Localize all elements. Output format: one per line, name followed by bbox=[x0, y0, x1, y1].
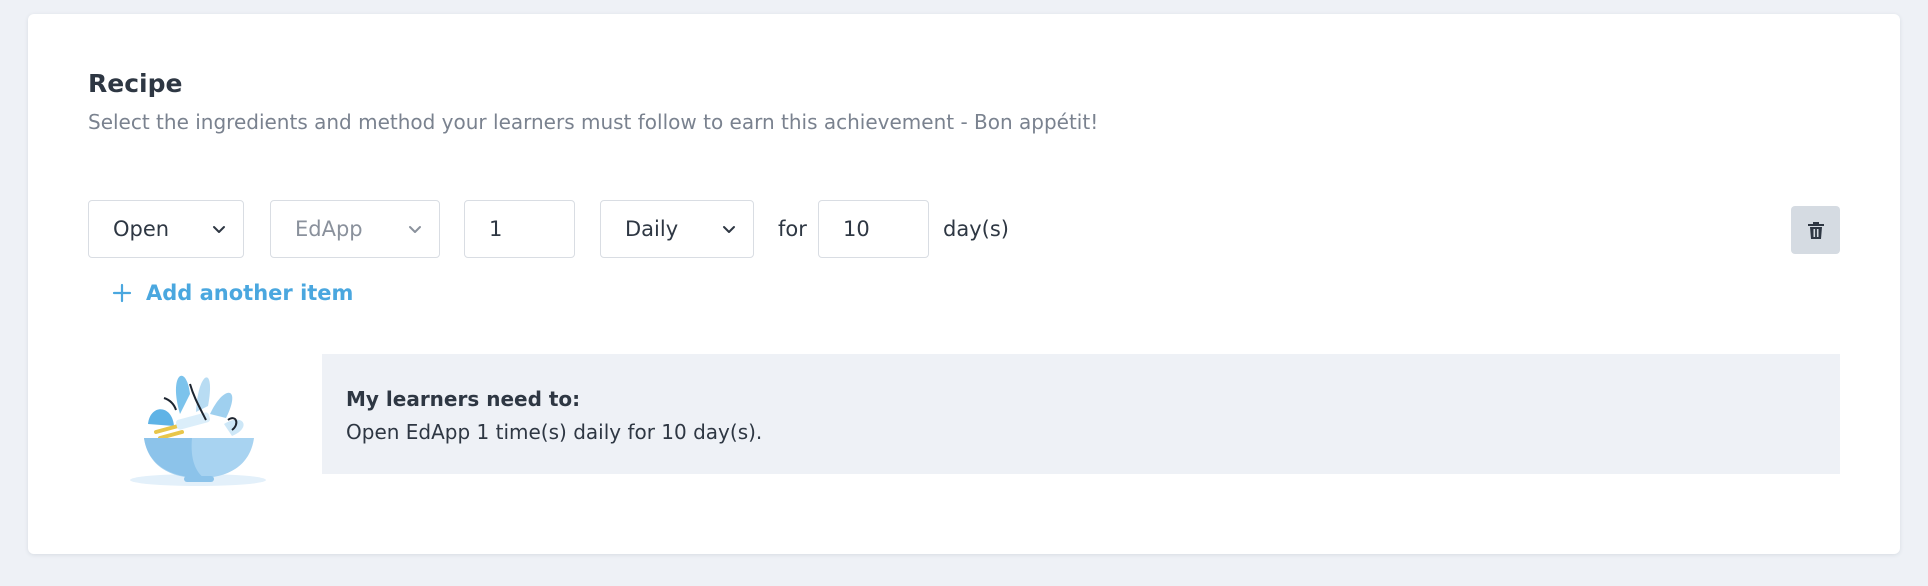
summary-panel: My learners need to: Open EdApp 1 time(s… bbox=[322, 354, 1840, 474]
recipe-bowl-illustration bbox=[130, 375, 266, 486]
duration-input[interactable]: 10 bbox=[818, 200, 929, 258]
duration-unit-label: day(s) bbox=[943, 217, 1009, 241]
target-select-value: EdApp bbox=[295, 217, 363, 241]
add-another-item-label: Add another item bbox=[146, 281, 354, 305]
trash-icon bbox=[1807, 222, 1824, 239]
section-title: Recipe bbox=[88, 69, 183, 98]
count-input[interactable]: 1 bbox=[464, 200, 575, 258]
plus-icon bbox=[112, 283, 132, 303]
target-select[interactable]: EdApp bbox=[270, 200, 440, 258]
chevron-down-icon bbox=[409, 226, 421, 233]
add-another-item-button[interactable]: Add another item bbox=[112, 276, 353, 310]
chevron-down-icon bbox=[723, 226, 735, 233]
chevron-down-icon bbox=[213, 226, 225, 233]
duration-input-value: 10 bbox=[843, 217, 870, 241]
delete-item-button[interactable] bbox=[1791, 206, 1840, 254]
summary-text: Open EdApp 1 time(s) daily for 10 day(s)… bbox=[346, 420, 763, 444]
frequency-select[interactable]: Daily bbox=[600, 200, 754, 258]
summary-heading: My learners need to: bbox=[346, 387, 581, 411]
recipe-card: Recipe Select the ingredients and method… bbox=[28, 14, 1900, 554]
for-label: for bbox=[778, 217, 807, 241]
action-select-value: Open bbox=[113, 217, 170, 241]
count-input-value: 1 bbox=[489, 217, 503, 241]
action-select[interactable]: Open bbox=[88, 200, 244, 258]
frequency-select-value: Daily bbox=[625, 217, 679, 241]
section-description: Select the ingredients and method your l… bbox=[88, 110, 1099, 134]
